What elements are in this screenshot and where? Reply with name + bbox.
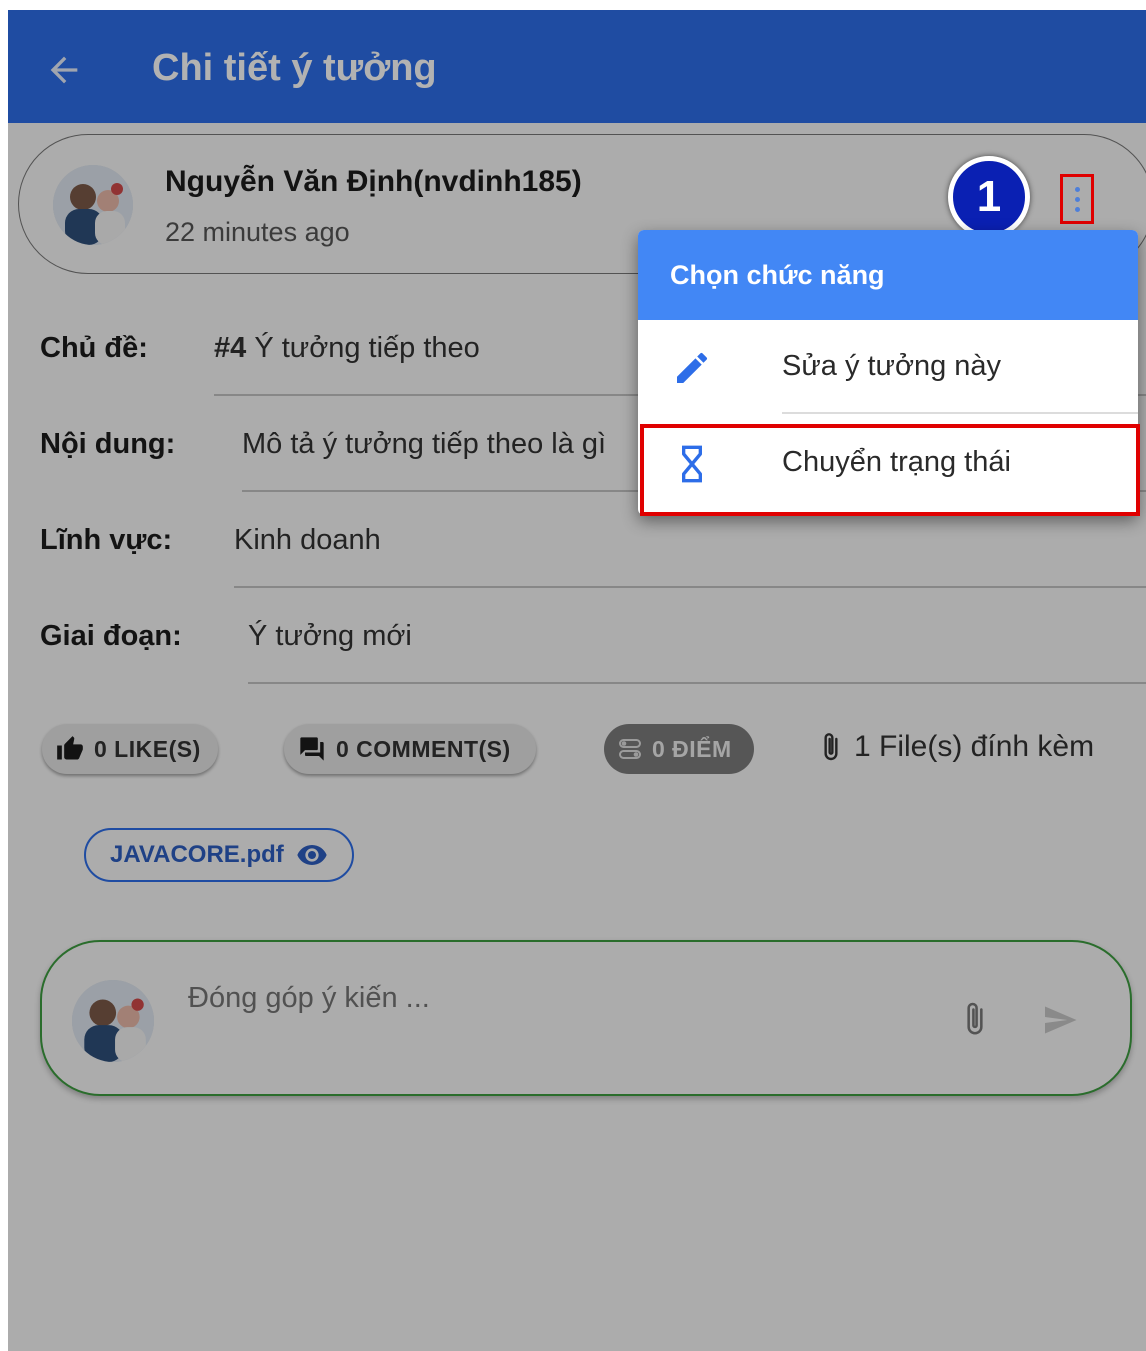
step-badge: 1	[948, 156, 1030, 238]
action-menu: Chọn chức năng Sửa ý tưởng này Chuyển tr…	[638, 230, 1138, 515]
menu-item-edit[interactable]: Sửa ý tưởng này	[638, 320, 1138, 416]
pencil-icon	[677, 352, 708, 383]
menu-item-label: Chuyển trạng thái	[782, 446, 1011, 478]
screen: Chi tiết ý tưởng Nguyễn Văn Định(nvdinh1…	[8, 10, 1146, 1351]
kebab-dot	[1074, 196, 1080, 202]
menu-item-change-status[interactable]: Chuyển trạng thái	[638, 416, 1138, 512]
menu-header: Chọn chức năng	[638, 230, 1138, 320]
menu-item-label: Sửa ý tưởng này	[782, 350, 1002, 382]
kebab-dot	[1074, 206, 1080, 212]
divider	[782, 412, 1138, 414]
hourglass-icon	[682, 445, 702, 483]
more-options-button[interactable]	[1060, 174, 1094, 224]
kebab-dot	[1074, 186, 1080, 192]
